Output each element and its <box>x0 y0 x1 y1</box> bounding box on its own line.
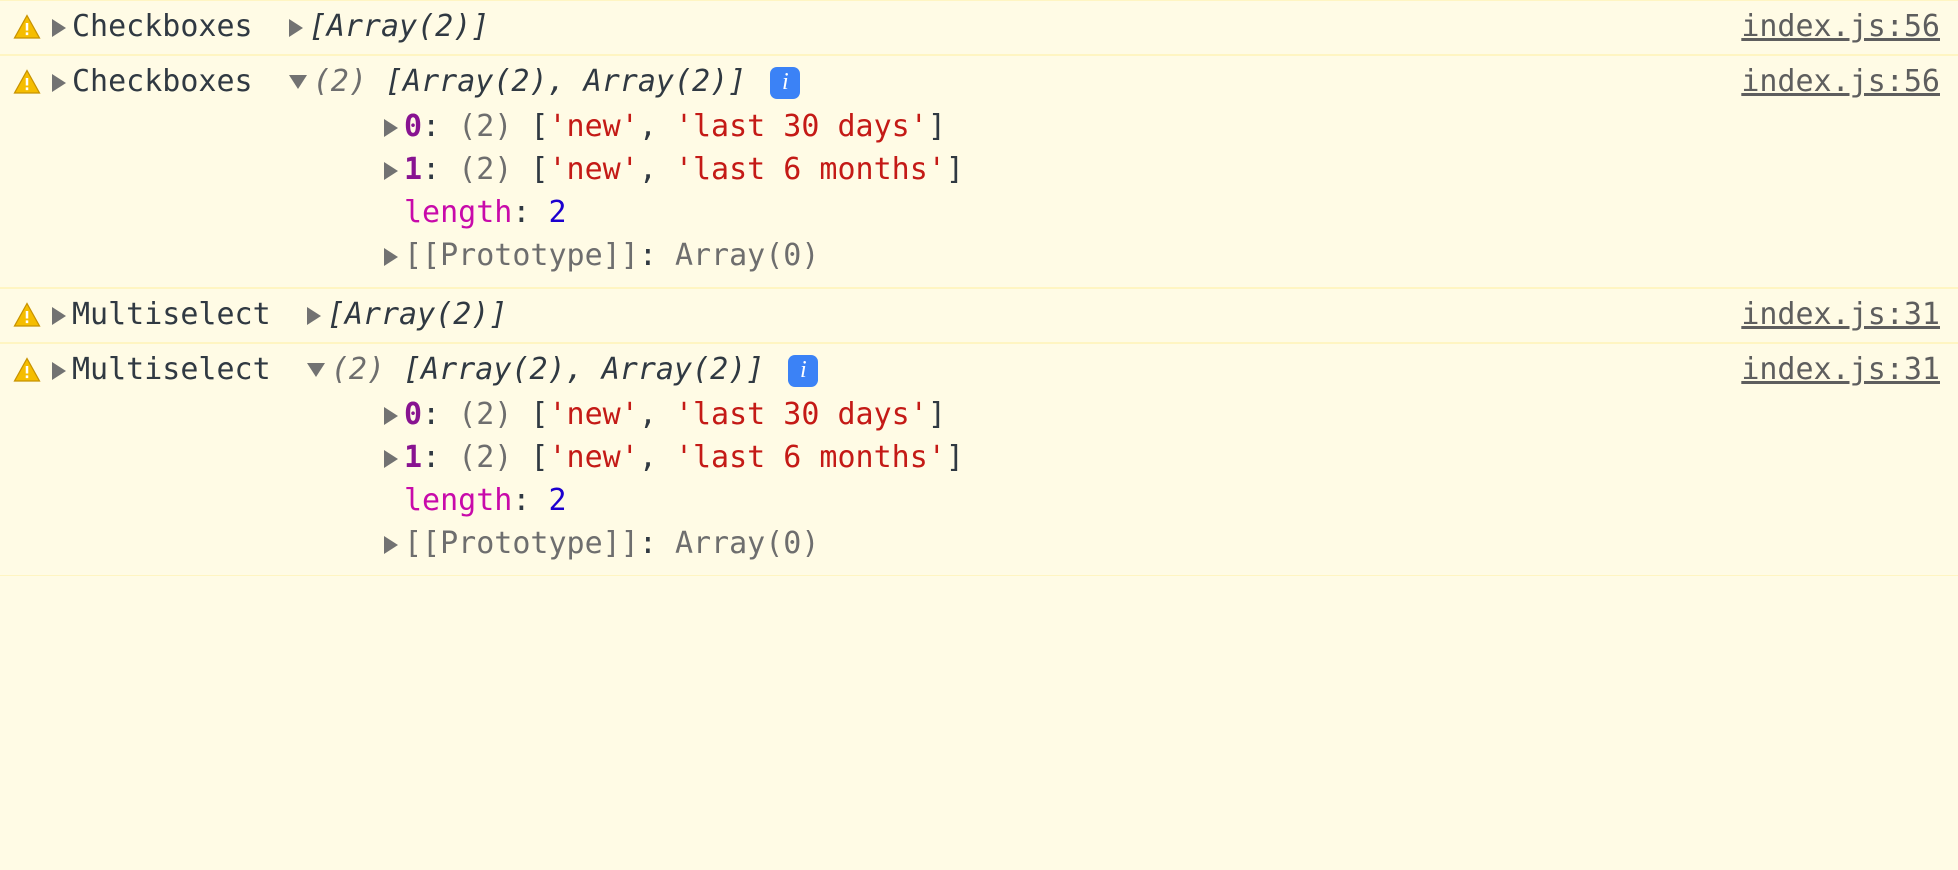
property-key: 1 <box>404 152 422 187</box>
array-summary: [Array(2)] <box>327 297 508 332</box>
string-value: 'new' <box>549 440 639 475</box>
property-row: 0: (2) ['new', 'last 30 days'] <box>384 393 1946 436</box>
source-link[interactable]: index.js:56 <box>1741 64 1940 99</box>
string-value: 'new' <box>549 109 639 144</box>
source-link[interactable]: index.js:31 <box>1741 352 1940 387</box>
warning-icon <box>12 13 42 43</box>
log-label: Multiselect <box>72 297 271 332</box>
string-value: 'last 30 days' <box>675 109 928 144</box>
property-row: 1: (2) ['new', 'last 6 months'] <box>384 148 1946 191</box>
entry-content: Checkboxes [Array(2)] <box>52 9 489 44</box>
entry-content: Multiselect (2) [Array(2), Array(2)] i <box>52 352 818 387</box>
property-key: length <box>404 195 512 230</box>
source-link[interactable]: index.js:31 <box>1741 297 1940 332</box>
property-value: Array(0) <box>675 526 820 561</box>
property-row: 0: (2) ['new', 'last 30 days'] <box>384 105 1946 148</box>
item-count: (2) <box>458 397 512 432</box>
warning-icon <box>12 68 42 98</box>
console-entry: Checkboxes [Array(2)] index.js:56 <box>0 0 1958 55</box>
warning-icon <box>12 301 42 331</box>
property-key: 1 <box>404 440 422 475</box>
chevron-right-icon[interactable] <box>384 248 398 266</box>
console-entry-header: Multiselect (2) [Array(2), Array(2)] i <box>12 352 1946 387</box>
property-value: Array(0) <box>675 238 820 273</box>
object-properties: 0: (2) ['new', 'last 30 days']1: (2) ['n… <box>384 393 1946 565</box>
string-value: 'new' <box>549 397 639 432</box>
warning-icon <box>12 301 42 331</box>
chevron-right-icon[interactable] <box>384 536 398 554</box>
warning-icon <box>12 356 42 386</box>
expand-toggle-icon[interactable] <box>52 74 66 92</box>
item-count: (2) <box>458 109 512 144</box>
array-summary: [Array(2), Array(2)] <box>403 352 764 387</box>
property-value: 2 <box>549 483 567 518</box>
source-link[interactable]: index.js:56 <box>1741 9 1940 44</box>
property-key: length <box>404 483 512 518</box>
string-value: 'new' <box>549 152 639 187</box>
log-label: Checkboxes <box>72 64 253 99</box>
chevron-right-icon[interactable] <box>307 307 321 325</box>
entry-content: Checkboxes (2) [Array(2), Array(2)] i <box>52 64 800 99</box>
console-log-panel: Checkboxes [Array(2)] index.js:56 Checkbo… <box>0 0 1958 576</box>
console-entry-header: Checkboxes [Array(2)] <box>12 9 1946 44</box>
property-row: [[Prototype]]: Array(0) <box>384 522 1946 565</box>
expand-toggle-icon[interactable] <box>52 307 66 325</box>
property-value: 2 <box>549 195 567 230</box>
warning-icon <box>12 356 42 386</box>
chevron-down-icon[interactable] <box>307 363 325 377</box>
chevron-right-icon[interactable] <box>384 450 398 468</box>
item-count: (2) <box>458 440 512 475</box>
chevron-down-icon[interactable] <box>289 75 307 89</box>
entry-content: Multiselect [Array(2)] <box>52 297 507 332</box>
chevron-right-icon[interactable] <box>384 162 398 180</box>
chevron-right-icon[interactable] <box>289 19 303 37</box>
warning-icon <box>12 13 42 43</box>
object-properties: 0: (2) ['new', 'last 30 days']1: (2) ['n… <box>384 105 1946 277</box>
array-length-summary: (2) <box>313 64 367 99</box>
string-value: 'last 6 months' <box>675 152 946 187</box>
info-icon[interactable]: i <box>770 67 800 99</box>
array-summary: [Array(2)] <box>309 9 490 44</box>
property-key: [[Prototype]] <box>404 238 639 273</box>
array-summary: [Array(2), Array(2)] <box>385 64 746 99</box>
console-entry-header: Checkboxes (2) [Array(2), Array(2)] i <box>12 64 1946 99</box>
expand-toggle-icon[interactable] <box>52 19 66 37</box>
warning-icon <box>12 68 42 98</box>
property-row: length: 2 <box>384 479 1946 522</box>
property-key: 0 <box>404 397 422 432</box>
property-row: length: 2 <box>384 191 1946 234</box>
string-value: 'last 30 days' <box>675 397 928 432</box>
console-entry: Multiselect [Array(2)] index.js:31 <box>0 288 1958 343</box>
property-key: [[Prototype]] <box>404 526 639 561</box>
chevron-right-icon[interactable] <box>384 407 398 425</box>
array-length-summary: (2) <box>331 352 385 387</box>
log-label: Checkboxes <box>72 9 253 44</box>
info-icon[interactable]: i <box>788 355 818 387</box>
expand-toggle-icon[interactable] <box>52 362 66 380</box>
console-entry: Checkboxes (2) [Array(2), Array(2)] i ind… <box>0 55 1958 288</box>
string-value: 'last 6 months' <box>675 440 946 475</box>
log-label: Multiselect <box>72 352 271 387</box>
property-row: 1: (2) ['new', 'last 6 months'] <box>384 436 1946 479</box>
property-row: [[Prototype]]: Array(0) <box>384 234 1946 277</box>
console-entry-header: Multiselect [Array(2)] <box>12 297 1946 332</box>
property-key: 0 <box>404 109 422 144</box>
item-count: (2) <box>458 152 512 187</box>
console-entry: Multiselect (2) [Array(2), Array(2)] i in… <box>0 343 1958 576</box>
chevron-right-icon[interactable] <box>384 119 398 137</box>
